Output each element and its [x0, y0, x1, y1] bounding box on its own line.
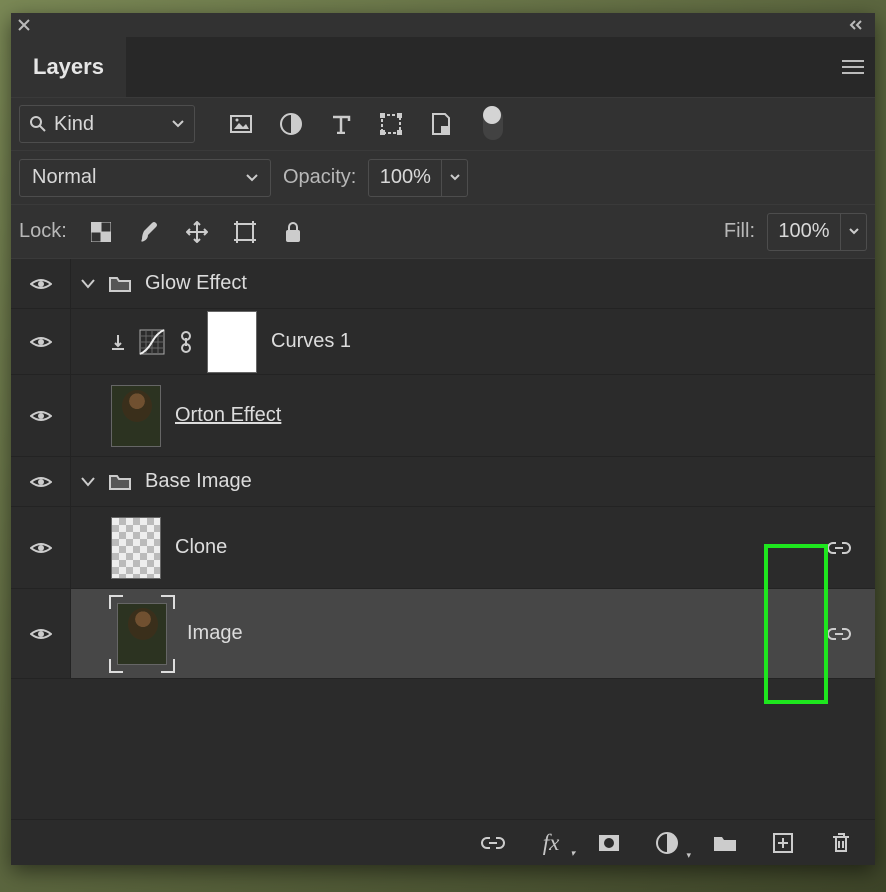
clip-indicator-icon	[111, 334, 125, 350]
layer-clone[interactable]: Clone	[11, 507, 875, 589]
layer-thumbnail[interactable]	[111, 517, 161, 579]
fill-label: Fill:	[724, 220, 755, 243]
layer-name: Orton Effect	[175, 404, 281, 427]
panel-titlebar	[11, 13, 875, 37]
visibility-toggle[interactable]	[30, 626, 52, 642]
layer-group-base-image[interactable]: Base Image	[11, 457, 875, 507]
visibility-toggle[interactable]	[30, 276, 52, 292]
close-icon[interactable]	[17, 18, 31, 32]
layer-image[interactable]: Image	[11, 589, 875, 679]
layers-list[interactable]: Glow Effect Curves 1	[11, 259, 875, 819]
tab-layers-label: Layers	[33, 54, 104, 80]
lock-artboard-icon[interactable]	[231, 218, 259, 246]
expand-caret-icon[interactable]	[81, 477, 95, 487]
layer-link-icon[interactable]	[813, 626, 865, 642]
kind-filter-label: Kind	[54, 113, 94, 136]
filter-pixel-icon[interactable]	[227, 110, 255, 138]
layer-name: Clone	[175, 536, 227, 559]
tab-layers[interactable]: Layers	[11, 37, 126, 97]
panel-menu-icon[interactable]	[831, 37, 875, 97]
layer-name: Glow Effect	[145, 272, 247, 295]
delete-layer-button[interactable]	[827, 829, 855, 857]
layer-curves-1[interactable]: Curves 1	[11, 309, 875, 375]
blend-bar: Normal Opacity: 100%	[11, 151, 875, 205]
link-layers-button[interactable]	[479, 829, 507, 857]
filter-smartobject-icon[interactable]	[427, 110, 455, 138]
new-group-button[interactable]	[711, 829, 739, 857]
new-layer-button[interactable]	[769, 829, 797, 857]
opacity-dropdown[interactable]	[442, 159, 468, 197]
link-mask-icon[interactable]	[179, 331, 193, 353]
lock-transparency-icon[interactable]	[87, 218, 115, 246]
lock-all-icon[interactable]	[279, 218, 307, 246]
blend-mode-dropdown[interactable]: Normal	[19, 159, 271, 197]
visibility-toggle[interactable]	[30, 408, 52, 424]
layer-orton-effect[interactable]: Orton Effect	[11, 375, 875, 457]
filter-toggle-switch[interactable]	[483, 108, 503, 140]
tab-row: Layers	[11, 37, 875, 97]
filter-bar: Kind	[11, 97, 875, 151]
folder-icon	[109, 275, 131, 293]
layer-link-icon[interactable]	[813, 540, 865, 556]
fill-input[interactable]: 100%	[767, 213, 841, 251]
layer-thumbnail[interactable]	[111, 385, 161, 447]
lock-label: Lock:	[19, 220, 67, 243]
filter-shape-icon[interactable]	[377, 110, 405, 138]
layer-filter-kind-dropdown[interactable]: Kind	[19, 105, 195, 143]
curves-adjustment-icon	[139, 329, 165, 355]
lock-bar: Lock: Fill: 100%	[11, 205, 875, 259]
visibility-toggle[interactable]	[30, 474, 52, 490]
expand-caret-icon[interactable]	[81, 279, 95, 289]
layer-name: Curves 1	[271, 330, 351, 353]
lock-paint-icon[interactable]	[135, 218, 163, 246]
layer-name: Image	[187, 622, 243, 645]
layer-mask-thumbnail[interactable]	[207, 311, 257, 373]
opacity-label: Opacity:	[283, 166, 356, 189]
chevron-down-icon	[172, 120, 184, 128]
opacity-input[interactable]: 100%	[368, 159, 442, 197]
layer-group-glow-effect[interactable]: Glow Effect	[11, 259, 875, 309]
add-mask-button[interactable]	[595, 829, 623, 857]
lock-position-icon[interactable]	[183, 218, 211, 246]
layer-thumbnail-selected[interactable]	[111, 597, 173, 671]
filter-type-icon[interactable]	[327, 110, 355, 138]
new-adjustment-layer-button[interactable]: ▾	[653, 829, 681, 857]
visibility-toggle[interactable]	[30, 334, 52, 350]
chevron-down-icon	[246, 174, 258, 182]
visibility-toggle[interactable]	[30, 540, 52, 556]
fill-dropdown[interactable]	[841, 213, 867, 251]
filter-adjustment-icon[interactable]	[277, 110, 305, 138]
layer-name: Base Image	[145, 470, 252, 493]
layer-effects-button[interactable]: fx▾	[537, 829, 565, 857]
blend-mode-value: Normal	[32, 166, 96, 189]
folder-icon	[109, 473, 131, 491]
collapse-panel-icon[interactable]	[849, 19, 869, 31]
panel-footer: fx▾ ▾	[11, 819, 875, 865]
layers-panel: Layers Kind	[11, 13, 875, 865]
search-icon	[30, 116, 46, 132]
